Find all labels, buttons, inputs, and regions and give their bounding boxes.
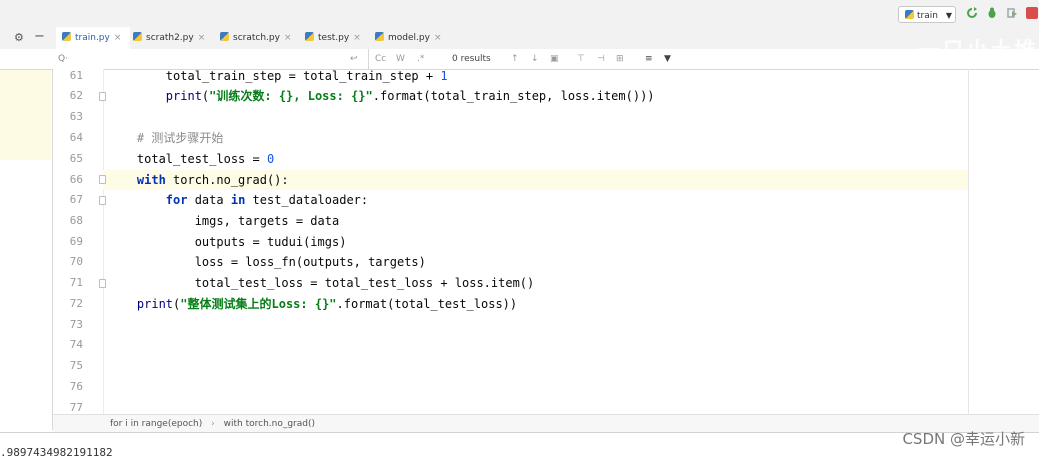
- line-number: 72: [69, 297, 83, 310]
- fold-marker[interactable]: [99, 92, 106, 101]
- debug-icon[interactable]: [986, 7, 998, 19]
- close-icon[interactable]: ×: [284, 33, 292, 43]
- line-number: 66: [69, 173, 83, 186]
- line-number: 71: [69, 276, 83, 289]
- top-toolbar: [0, 0, 1039, 28]
- breadcrumb-separator: ›: [211, 419, 215, 429]
- python-file-icon: [62, 32, 71, 41]
- tab-label: model.py: [388, 33, 430, 43]
- fold-marker[interactable]: [99, 175, 106, 184]
- run-config-label: train: [917, 11, 938, 21]
- stop-icon[interactable]: [1026, 7, 1038, 19]
- code-line[interactable]: imgs, targets = data: [108, 211, 340, 231]
- code-line[interactable]: print("整体测试集上的Loss: {}".format(total_tes…: [108, 294, 517, 314]
- breadcrumb: for i in range(epoch) › with torch.no_gr…: [53, 414, 1039, 433]
- breadcrumb-item[interactable]: for i in range(epoch): [110, 419, 202, 429]
- code-line[interactable]: total_train_step = total_train_step + 1: [108, 66, 448, 86]
- tab-model[interactable]: model.py ×: [375, 27, 441, 49]
- rerun-icon[interactable]: [966, 7, 978, 19]
- filter-icon[interactable]: ▼: [664, 49, 671, 69]
- close-icon[interactable]: ×: [114, 33, 122, 43]
- line-number: 73: [69, 318, 83, 331]
- right-margin-guide: [968, 69, 969, 414]
- tab-label: scrath2.py: [146, 33, 194, 43]
- code-line[interactable]: print("训练次数: {}, Loss: {}".format(total_…: [108, 86, 655, 106]
- run-config-dropdown[interactable]: train ▼: [898, 6, 956, 23]
- add-occurrence-icon[interactable]: ⊤: [577, 49, 585, 69]
- line-number: 61: [69, 69, 83, 82]
- previous-occurrence-icon[interactable]: ↑: [511, 49, 519, 69]
- breadcrumb-item[interactable]: with torch.no_grad(): [224, 419, 315, 429]
- search-icon: Q·: [58, 54, 68, 64]
- python-file-icon: [305, 32, 314, 41]
- coverage-icon[interactable]: [1006, 7, 1018, 19]
- select-all-matches-icon[interactable]: ⊞: [616, 49, 624, 69]
- minimize-icon[interactable]: −: [34, 29, 45, 44]
- python-file-icon: [375, 32, 384, 41]
- tab-test[interactable]: test.py ×: [305, 27, 361, 49]
- chevron-down-icon: ▼: [945, 11, 952, 20]
- line-number: 62: [69, 89, 83, 102]
- line-number: 69: [69, 235, 83, 248]
- fold-marker[interactable]: [99, 196, 106, 205]
- code-line[interactable]: # 测试步骤开始: [108, 128, 223, 148]
- gear-icon[interactable]: ⚙: [14, 31, 24, 44]
- next-occurrence-icon[interactable]: ↓: [531, 49, 539, 69]
- csdn-watermark: CSDN @幸运小新: [902, 430, 1025, 448]
- python-icon: [905, 10, 914, 19]
- line-number: 75: [69, 359, 83, 372]
- code-line[interactable]: total_test_loss = total_test_loss + loss…: [108, 273, 535, 293]
- line-number: 70: [69, 255, 83, 268]
- close-icon[interactable]: ×: [198, 33, 206, 43]
- fold-marker[interactable]: [99, 279, 106, 288]
- multiline-icon[interactable]: ≡: [645, 49, 653, 69]
- tab-label: train.py: [75, 33, 110, 43]
- select-all-occurrences-icon[interactable]: ▣: [550, 49, 559, 69]
- code-line[interactable]: loss = loss_fn(outputs, targets): [108, 252, 426, 272]
- python-file-icon: [220, 32, 229, 41]
- tab-label: scratch.py: [233, 33, 280, 43]
- remove-occurrence-icon[interactable]: ⊣: [597, 49, 605, 69]
- line-number: 65: [69, 152, 83, 165]
- close-icon[interactable]: ×: [434, 33, 442, 43]
- line-number: 68: [69, 214, 83, 227]
- run-output-text: .9897434982191182: [0, 446, 113, 459]
- code-line[interactable]: with torch.no_grad():: [108, 170, 289, 190]
- code-line[interactable]: for data in test_dataloader:: [108, 190, 368, 210]
- line-number: 67: [69, 193, 83, 206]
- tab-train[interactable]: train.py ×: [56, 27, 130, 51]
- tab-label: test.py: [318, 33, 350, 43]
- line-number: 63: [69, 110, 83, 123]
- tab-scrath2[interactable]: scrath2.py ×: [133, 27, 205, 49]
- close-icon[interactable]: ×: [353, 33, 361, 43]
- tab-scratch[interactable]: scratch.py ×: [220, 27, 291, 49]
- run-output-panel: [0, 432, 1039, 461]
- python-file-icon: [133, 32, 142, 41]
- line-number: 64: [69, 131, 83, 144]
- code-line[interactable]: total_test_loss = 0: [108, 149, 274, 169]
- search-results-count: 0 results: [452, 54, 491, 64]
- code-line[interactable]: outputs = tudui(imgs): [108, 232, 347, 252]
- line-number: 74: [69, 338, 83, 351]
- project-panel-highlight: [0, 69, 51, 160]
- line-number: 76: [69, 380, 83, 393]
